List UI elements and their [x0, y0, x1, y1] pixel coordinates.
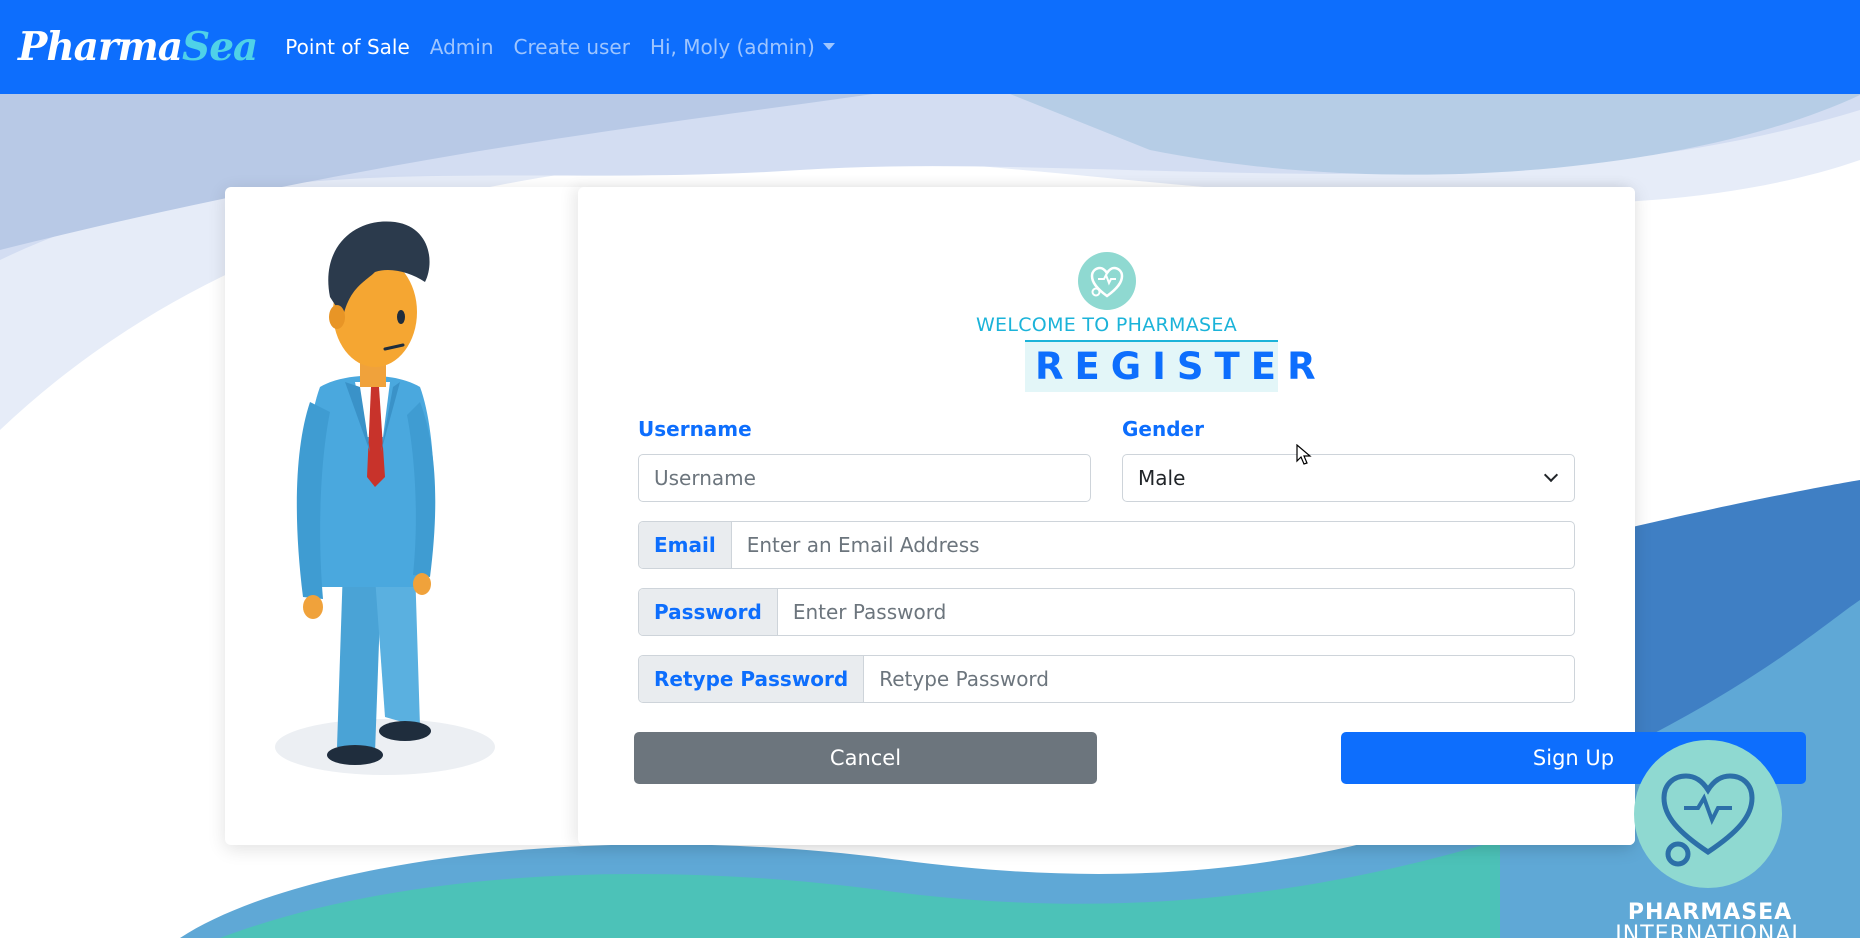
email-input-group: Email Enter an Email Address — [638, 521, 1575, 569]
password-label: Password — [639, 589, 778, 635]
email-input[interactable]: Enter an Email Address — [732, 522, 1574, 568]
register-card: WELCOME TO PHARMASEA REGISTER Username U… — [225, 187, 1806, 845]
top-navbar: PharmaSea Point of Sale Admin Create use… — [0, 0, 1860, 94]
email-label: Email — [639, 522, 732, 568]
illustration-panel — [225, 187, 578, 845]
brand-text-sea: Sea — [182, 24, 258, 70]
gender-label: Gender — [1122, 417, 1204, 441]
corner-brand-text: PHARMASEA INTERNATIONAL — [1580, 902, 1840, 938]
brand-logo[interactable]: PharmaSea — [18, 24, 258, 70]
username-input[interactable]: Username — [638, 454, 1091, 502]
retype-password-label: Retype Password — [639, 656, 865, 702]
gender-selected-value: Male — [1138, 466, 1186, 490]
caret-down-icon — [822, 43, 835, 50]
user-menu-label: Hi, Moly (admin) — [649, 35, 815, 59]
chevron-down-icon — [1543, 467, 1559, 483]
corner-brand-line1: PHARMASEA — [1627, 900, 1793, 925]
cancel-button[interactable]: Cancel — [634, 732, 1097, 784]
nav-link-point-of-sale[interactable]: Point of Sale — [285, 35, 409, 59]
register-form-panel: WELCOME TO PHARMASEA REGISTER Username U… — [578, 187, 1806, 845]
welcome-heading: WELCOME TO PHARMASEA — [975, 314, 1238, 336]
user-menu-dropdown[interactable]: Hi, Moly (admin) — [650, 35, 835, 59]
retype-password-input-group: Retype Password Retype Password — [638, 655, 1575, 703]
retype-password-input[interactable]: Retype Password — [864, 656, 1574, 702]
register-title: REGISTER — [1025, 340, 1316, 392]
corner-brand-line2: INTERNATIONAL — [1615, 922, 1805, 938]
nav-link-admin[interactable]: Admin — [430, 35, 494, 59]
nav-link-create-user[interactable]: Create user — [514, 35, 630, 59]
businessman-illustration — [275, 221, 495, 775]
username-label: Username — [638, 417, 752, 441]
corner-heart-stethoscope-logo-icon — [1634, 740, 1782, 888]
mouse-cursor-icon — [1296, 444, 1312, 465]
brand-text-pharma: Pharma — [18, 24, 183, 70]
password-input[interactable]: Enter Password — [778, 589, 1574, 635]
gender-select[interactable]: Male — [1122, 454, 1575, 502]
heart-stethoscope-logo-icon — [1078, 252, 1136, 310]
password-input-group: Password Enter Password — [638, 588, 1575, 636]
